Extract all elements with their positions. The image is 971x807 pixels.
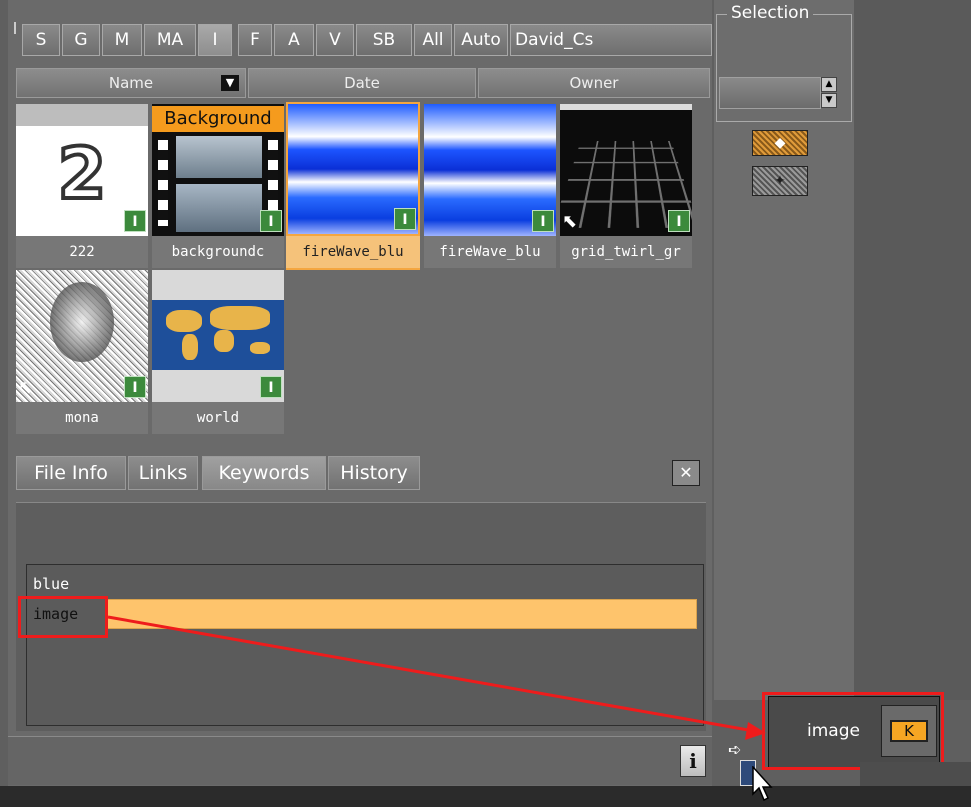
annotation-arrow (107, 615, 766, 740)
